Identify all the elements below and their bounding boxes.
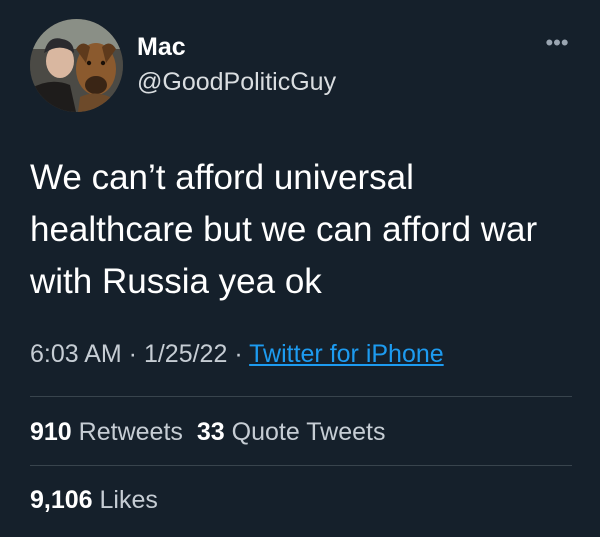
quote-tweets-label: Quote Tweets bbox=[231, 418, 386, 446]
retweets-stat[interactable]: 910 Retweets bbox=[30, 418, 183, 446]
tweet-time: 6:03 AM bbox=[30, 340, 122, 368]
retweets-label: Retweets bbox=[78, 418, 183, 446]
author-handle[interactable]: @GoodPoliticGuy bbox=[137, 68, 336, 97]
author-name[interactable]: Mac bbox=[137, 33, 186, 62]
tweet-meta: 6:03 AM · 1/25/22 · Twitter for iPhone bbox=[30, 340, 444, 369]
divider bbox=[30, 396, 572, 397]
quote-tweets-stat[interactable]: 33 Quote Tweets bbox=[197, 418, 386, 446]
likes-count: 9,106 bbox=[30, 486, 93, 514]
divider bbox=[30, 465, 572, 466]
avatar[interactable] bbox=[30, 19, 123, 112]
meta-separator: · bbox=[227, 340, 250, 368]
more-options-icon[interactable]: ••• bbox=[540, 32, 574, 54]
retweets-count: 910 bbox=[30, 418, 72, 446]
likes-stat[interactable]: 9,106 Likes bbox=[30, 486, 158, 515]
tweet-text: We can’t afford universal healthcare but… bbox=[30, 158, 538, 301]
likes-label: Likes bbox=[99, 486, 158, 514]
tweet-date: 1/25/22 bbox=[143, 340, 228, 368]
quote-tweets-count: 33 bbox=[196, 418, 225, 446]
avatar-photo bbox=[30, 19, 123, 112]
meta-separator: · bbox=[121, 340, 144, 368]
engagement-stats: 910 Retweets 33 Quote Tweets bbox=[30, 418, 399, 447]
tweet-source-link[interactable]: Twitter for iPhone bbox=[249, 340, 444, 368]
